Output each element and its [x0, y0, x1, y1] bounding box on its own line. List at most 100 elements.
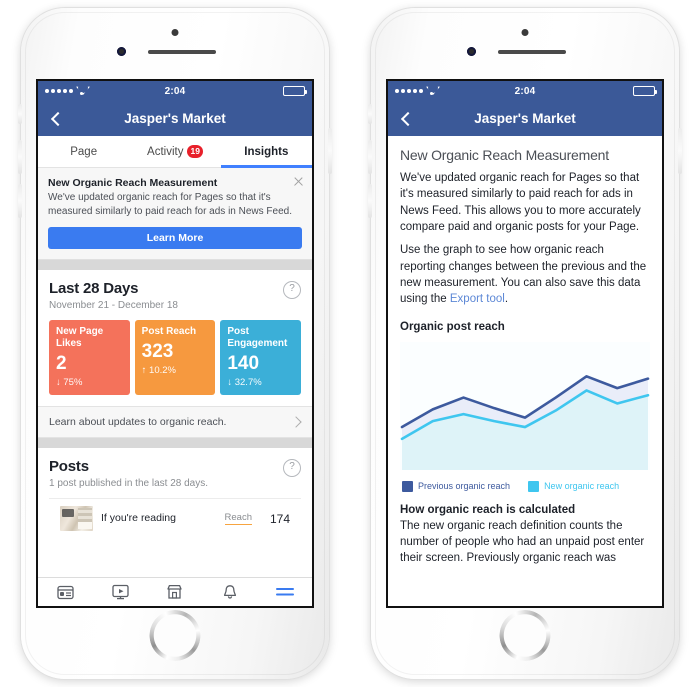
legend-label-previous: Previous organic reach: [418, 481, 511, 492]
paragraph-2-post: .: [504, 293, 509, 306]
insights-summary-card: ? Last 28 Days November 21 - December 18…: [38, 270, 312, 406]
post-metric-label: Reach: [224, 512, 252, 525]
insights-date-range: November 21 - December 18: [49, 300, 178, 311]
navigation-bar: Jasper's Market: [38, 101, 312, 136]
section-divider-2: [38, 438, 312, 448]
hamburger-menu-icon[interactable]: [257, 586, 312, 598]
status-bar-time: 2:04: [514, 85, 536, 97]
calculation-heading: How organic reach is calculated: [400, 503, 576, 516]
post-title: If you're reading: [101, 511, 176, 524]
marketplace-icon[interactable]: [148, 584, 203, 600]
silent-switch[interactable]: [368, 104, 372, 124]
stat-delta: ↓ 75%: [56, 377, 83, 388]
tab-bar: Page Activity 19 Insights: [38, 136, 312, 168]
front-camera-icon: [467, 47, 476, 56]
announcement-banner: New Organic Reach Measurement We've upda…: [38, 168, 312, 260]
video-watch-icon[interactable]: [93, 584, 148, 600]
article-heading: New Organic Reach Measurement: [400, 147, 609, 163]
earpiece-speaker: [498, 50, 566, 54]
tab-page[interactable]: Page: [38, 136, 129, 167]
bottom-navigation-bar: [38, 577, 312, 606]
status-bar-time: 2:04: [164, 85, 186, 97]
learn-about-updates-row[interactable]: Learn about updates to organic reach.: [38, 406, 312, 438]
stat-card-post-reach[interactable]: Post Reach 323 ↑ 10.2%: [134, 320, 216, 395]
article-content: New Organic Reach Measurement We've upda…: [388, 136, 662, 567]
stat-card-new-page-likes[interactable]: New Page Likes 2 ↓ 75%: [49, 320, 130, 395]
phone-device-left: 2:04 Jasper's Market Page Activity 19 In…: [18, 8, 332, 679]
close-icon[interactable]: [293, 176, 304, 187]
stat-label: Post Engagement: [227, 326, 288, 349]
list-item[interactable]: If you're reading Reach 174: [49, 498, 301, 531]
activity-badge: 19: [187, 145, 203, 158]
calculation-body: The new organic reach definition counts …: [400, 519, 645, 565]
volume-down-button[interactable]: [18, 184, 22, 218]
tab-activity[interactable]: Activity 19: [129, 136, 220, 167]
tab-page-label: Page: [70, 145, 98, 158]
chart-title: Organic post reach: [400, 320, 505, 333]
learn-about-updates-label: Learn about updates to organic reach.: [49, 416, 227, 428]
banner-title: New Organic Reach Measurement: [48, 177, 218, 189]
page-title: Jasper's Market: [474, 111, 576, 126]
chevron-left-icon[interactable]: [49, 112, 63, 126]
post-metric-value: 174: [269, 511, 290, 526]
battery-icon: [283, 86, 307, 96]
status-bar: 2:04: [38, 81, 312, 101]
news-feed-icon[interactable]: [38, 585, 93, 600]
stat-label: New Page Likes: [56, 326, 104, 349]
stat-card-post-engagement[interactable]: Post Engagement 140 ↓ 32.7%: [220, 320, 302, 395]
battery-icon: [633, 86, 657, 96]
power-button[interactable]: [328, 128, 332, 174]
question-mark-icon[interactable]: ?: [283, 281, 301, 299]
section-divider: [38, 260, 312, 270]
stat-label: Post Reach: [141, 326, 197, 337]
home-button[interactable]: [149, 610, 201, 661]
organic-post-reach-chart: Previous organic reach New organic reach: [400, 341, 650, 492]
tab-activity-label: Activity: [147, 145, 184, 158]
notifications-bell-icon[interactable]: [202, 584, 257, 600]
legend-item-previous: Previous organic reach: [402, 480, 511, 492]
stat-value: 140: [227, 353, 260, 374]
tab-insights[interactable]: Insights: [220, 136, 312, 168]
legend-swatch-previous: [402, 480, 413, 492]
left-phone-slot: 2:04 Jasper's Market Page Activity 19 In…: [0, 0, 350, 687]
posts-card: ? Posts 1 post published in the last 28 …: [38, 448, 312, 531]
silent-switch[interactable]: [18, 104, 22, 124]
chart-legend: Previous organic reach New organic reach: [400, 480, 650, 492]
export-tool-link[interactable]: Export tool: [450, 293, 505, 305]
stat-delta: ↑ 10.2%: [141, 365, 176, 376]
volume-down-button[interactable]: [368, 184, 372, 218]
stat-delta: ↓ 32.7%: [227, 377, 262, 388]
banner-body: We've updated organic reach for Pages so…: [48, 192, 292, 217]
learn-more-button[interactable]: Learn More: [48, 227, 302, 249]
paragraph-2-pre: Use the graph to see how organic reach r…: [400, 244, 647, 306]
status-bar-right: [633, 86, 657, 96]
status-bar-right: [283, 86, 307, 96]
status-bar: 2:04: [388, 81, 662, 101]
earpiece-speaker: [148, 50, 216, 54]
posts-title: Posts: [49, 458, 89, 475]
article-paragraph-2: Use the graph to see how organic reach r…: [400, 242, 650, 307]
home-button[interactable]: [499, 610, 551, 661]
posts-subtitle: 1 post published in the last 28 days.: [49, 478, 208, 489]
volume-up-button[interactable]: [368, 140, 372, 174]
post-thumbnail: [60, 506, 93, 531]
tab-insights-label: Insights: [244, 145, 289, 158]
volume-up-button[interactable]: [18, 140, 22, 174]
navigation-bar: Jasper's Market: [388, 101, 662, 136]
front-camera-icon: [117, 47, 126, 56]
chart-svg: [400, 341, 650, 470]
chevron-right-icon: [290, 416, 302, 428]
dual-phone-mockup: 2:04 Jasper's Market Page Activity 19 In…: [0, 0, 700, 687]
page-title: Jasper's Market: [124, 111, 226, 126]
legend-swatch-new: [528, 480, 540, 492]
phone-screen-right: 2:04 Jasper's Market New Organic Reach M…: [388, 81, 662, 606]
chevron-left-icon[interactable]: [399, 112, 413, 126]
proximity-sensor-icon: [521, 29, 529, 36]
power-button[interactable]: [678, 128, 682, 174]
insights-title: Last 28 Days: [49, 280, 139, 297]
question-mark-icon[interactable]: ?: [283, 459, 301, 477]
phone-screen-left: 2:04 Jasper's Market Page Activity 19 In…: [38, 81, 312, 606]
stat-card-group: New Page Likes 2 ↓ 75% Post Reach 323 ↑ …: [49, 320, 302, 406]
stat-value: 2: [56, 353, 67, 374]
article-paragraph-1: We've updated organic reach for Pages so…: [400, 172, 641, 233]
